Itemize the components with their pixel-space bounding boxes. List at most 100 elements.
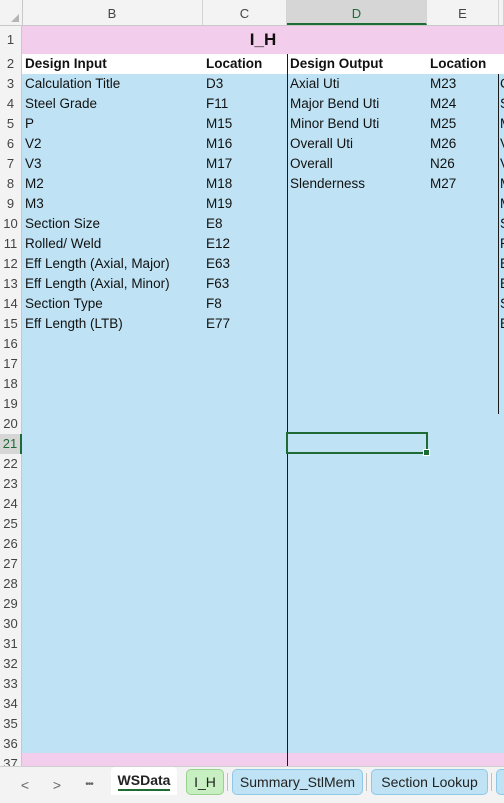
clipped-cell-f[interactable]: C xyxy=(499,74,504,94)
clipped-cell-f[interactable]: S xyxy=(499,214,504,234)
clipped-cell-f[interactable]: S xyxy=(499,294,504,314)
output-name-cell[interactable]: Overall xyxy=(287,154,427,174)
clipped-cell-f[interactable]: M xyxy=(499,174,504,194)
column-header-c[interactable]: C xyxy=(203,0,287,25)
row-header[interactable]: 34 xyxy=(0,694,22,714)
row-header[interactable]: 20 xyxy=(0,414,22,434)
clipped-cell-f[interactable]: V xyxy=(499,134,504,154)
input-name-cell[interactable]: Eff Length (LTB) xyxy=(22,314,203,334)
row-header[interactable]: 1 xyxy=(0,26,22,54)
row-header[interactable]: 33 xyxy=(0,674,22,694)
input-location-cell[interactable]: M16 xyxy=(203,134,287,154)
clipped-header-f[interactable] xyxy=(499,54,504,74)
clipped-cell-f[interactable]: M xyxy=(499,194,504,214)
row-header[interactable]: 36 xyxy=(0,734,22,754)
clipped-cell-f[interactable]: E xyxy=(499,254,504,274)
row-header[interactable]: 10 xyxy=(0,214,22,234)
active-cell-d21[interactable] xyxy=(286,432,430,456)
input-name-cell[interactable]: Calculation Title xyxy=(22,74,203,94)
tab-wsdata[interactable]: WSData xyxy=(111,767,177,795)
row-header[interactable]: 19 xyxy=(0,394,22,414)
input-location-cell[interactable]: F8 xyxy=(203,294,287,314)
output-location-cell[interactable]: M26 xyxy=(427,134,499,154)
tab-next-hidden[interactable] xyxy=(496,769,504,795)
input-location-cell[interactable]: E63 xyxy=(203,254,287,274)
row-header[interactable]: 23 xyxy=(0,474,22,494)
output-location-cell[interactable]: N26 xyxy=(427,154,499,174)
row-header[interactable]: 18 xyxy=(0,374,22,394)
row-header[interactable]: 32 xyxy=(0,654,22,674)
row-header[interactable]: 17 xyxy=(0,354,22,374)
row-header[interactable]: 22 xyxy=(0,454,22,474)
row-header[interactable]: 11 xyxy=(0,234,22,254)
row-header[interactable]: 31 xyxy=(0,634,22,654)
row-header[interactable]: 3 xyxy=(0,74,22,94)
row-header[interactable]: 4 xyxy=(0,94,22,114)
row-header[interactable]: 5 xyxy=(0,114,22,134)
input-name-cell[interactable]: Rolled/ Weld xyxy=(22,234,203,254)
clipped-cell-f[interactable]: E xyxy=(499,314,504,334)
header-location-output[interactable]: Location xyxy=(427,54,499,74)
worksheet-grid[interactable]: I_H Design Input Location Design Output … xyxy=(22,26,504,766)
output-location-cell[interactable]: M27 xyxy=(427,174,499,194)
input-location-cell[interactable]: M15 xyxy=(203,114,287,134)
select-all-button[interactable] xyxy=(0,0,23,25)
input-name-cell[interactable]: V3 xyxy=(22,154,203,174)
input-name-cell[interactable]: Eff Length (Axial, Minor) xyxy=(22,274,203,294)
row-header[interactable]: 24 xyxy=(0,494,22,514)
sheet-title[interactable]: I_H xyxy=(22,28,504,52)
output-name-cell[interactable]: Axial Uti xyxy=(287,74,427,94)
clipped-cell-f[interactable]: V xyxy=(499,154,504,174)
output-location-cell[interactable]: M23 xyxy=(427,74,499,94)
input-name-cell[interactable]: Eff Length (Axial, Major) xyxy=(22,254,203,274)
row-header[interactable]: 6 xyxy=(0,134,22,154)
input-name-cell[interactable]: V2 xyxy=(22,134,203,154)
tab-i-h[interactable]: I_H xyxy=(186,769,224,795)
row-header[interactable]: 9 xyxy=(0,194,22,214)
row-header[interactable]: 8 xyxy=(0,174,22,194)
header-location-input[interactable]: Location xyxy=(203,54,287,74)
input-location-cell[interactable]: E8 xyxy=(203,214,287,234)
row-header[interactable]: 16 xyxy=(0,334,22,354)
row-header[interactable]: 15 xyxy=(0,314,22,334)
input-name-cell[interactable]: M3 xyxy=(22,194,203,214)
row-header[interactable]: 35 xyxy=(0,714,22,734)
column-header-b[interactable]: B xyxy=(22,0,203,25)
clipped-cell-f[interactable]: M xyxy=(499,114,504,134)
row-header[interactable]: 2 xyxy=(0,54,22,74)
output-name-cell[interactable]: Slenderness xyxy=(287,174,427,194)
row-header[interactable]: 28 xyxy=(0,574,22,594)
input-location-cell[interactable]: E12 xyxy=(203,234,287,254)
output-name-cell[interactable]: Major Bend Uti xyxy=(287,94,427,114)
next-sheet-button[interactable]: > xyxy=(46,773,68,797)
column-header-d[interactable]: D xyxy=(287,0,427,25)
row-header[interactable]: 27 xyxy=(0,554,22,574)
input-name-cell[interactable]: Section Size xyxy=(22,214,203,234)
column-header-e[interactable]: E xyxy=(427,0,499,25)
input-name-cell[interactable]: P xyxy=(22,114,203,134)
input-location-cell[interactable]: M18 xyxy=(203,174,287,194)
row-header[interactable]: 12 xyxy=(0,254,22,274)
row-header[interactable]: 26 xyxy=(0,534,22,554)
input-location-cell[interactable]: M19 xyxy=(203,194,287,214)
header-design-output[interactable]: Design Output xyxy=(287,54,427,74)
clipped-cell-f[interactable]: R xyxy=(499,234,504,254)
row-header[interactable]: 7 xyxy=(0,154,22,174)
input-name-cell[interactable]: Section Type xyxy=(22,294,203,314)
row-header[interactable]: 13 xyxy=(0,274,22,294)
row-header[interactable]: 21 xyxy=(0,434,22,454)
input-location-cell[interactable]: D3 xyxy=(203,74,287,94)
input-location-cell[interactable]: F11 xyxy=(203,94,287,114)
row-header[interactable]: 14 xyxy=(0,294,22,314)
input-location-cell[interactable]: E77 xyxy=(203,314,287,334)
output-name-cell[interactable]: Minor Bend Uti xyxy=(287,114,427,134)
output-name-cell[interactable]: Overall Uti xyxy=(287,134,427,154)
row-header[interactable]: 30 xyxy=(0,614,22,634)
tab-section-lookup[interactable]: Section Lookup xyxy=(371,769,488,795)
input-location-cell[interactable]: M17 xyxy=(203,154,287,174)
input-name-cell[interactable]: Steel Grade xyxy=(22,94,203,114)
input-name-cell[interactable]: M2 xyxy=(22,174,203,194)
output-location-cell[interactable]: M24 xyxy=(427,94,499,114)
clipped-cell-f[interactable]: S xyxy=(499,94,504,114)
prev-sheet-button[interactable]: < xyxy=(14,773,36,797)
